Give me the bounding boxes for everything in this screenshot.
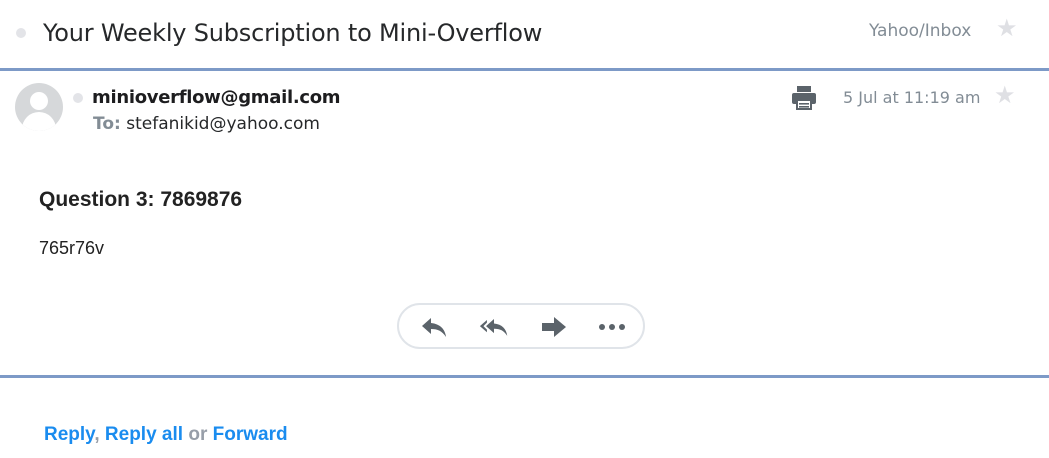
reply-icon[interactable] <box>419 314 449 340</box>
forward-link[interactable]: Forward <box>213 424 288 445</box>
folder-breadcrumb[interactable]: Yahoo/Inbox <box>869 21 971 41</box>
avatar-head-shape <box>30 92 48 110</box>
forward-icon[interactable] <box>539 314 569 340</box>
body-text: 765r76v <box>39 238 105 258</box>
message-divider <box>0 375 1049 378</box>
print-icon[interactable] <box>789 84 819 112</box>
sender-status-dot <box>73 93 83 103</box>
reply-all-icon[interactable] <box>479 314 509 340</box>
email-subject: Your Weekly Subscription to Mini-Overflo… <box>43 19 543 47</box>
reply-all-link[interactable]: Reply all <box>105 424 183 445</box>
avatar-body-shape <box>22 112 56 131</box>
email-header: Your Weekly Subscription to Mini-Overflo… <box>0 0 1049 70</box>
recipient-line: To: stefanikid@yahoo.com <box>93 114 320 134</box>
avatar <box>15 83 63 131</box>
body-heading: Question 3: 7869876 <box>39 188 243 211</box>
email-view: Your Weekly Subscription to Mini-Overflo… <box>0 0 1049 458</box>
header-divider <box>0 68 1049 71</box>
comma-separator: , <box>94 424 100 445</box>
reply-link[interactable]: Reply <box>44 424 94 445</box>
sender-address[interactable]: minioverflow@gmail.com <box>92 87 341 108</box>
more-icon[interactable] <box>597 314 627 340</box>
star-icon[interactable]: ★ <box>996 17 1018 41</box>
message-actions-bar <box>397 303 645 349</box>
or-separator: or <box>188 424 208 445</box>
to-label: To: <box>93 114 121 134</box>
message-date: 5 Jul at 11:19 am <box>843 88 981 107</box>
quick-reply-links: Reply, Reply all or Forward <box>44 424 288 446</box>
message-star-icon[interactable]: ★ <box>994 84 1016 108</box>
recipient-address[interactable]: stefanikid@yahoo.com <box>126 114 320 134</box>
read-status-dot[interactable] <box>16 28 26 38</box>
